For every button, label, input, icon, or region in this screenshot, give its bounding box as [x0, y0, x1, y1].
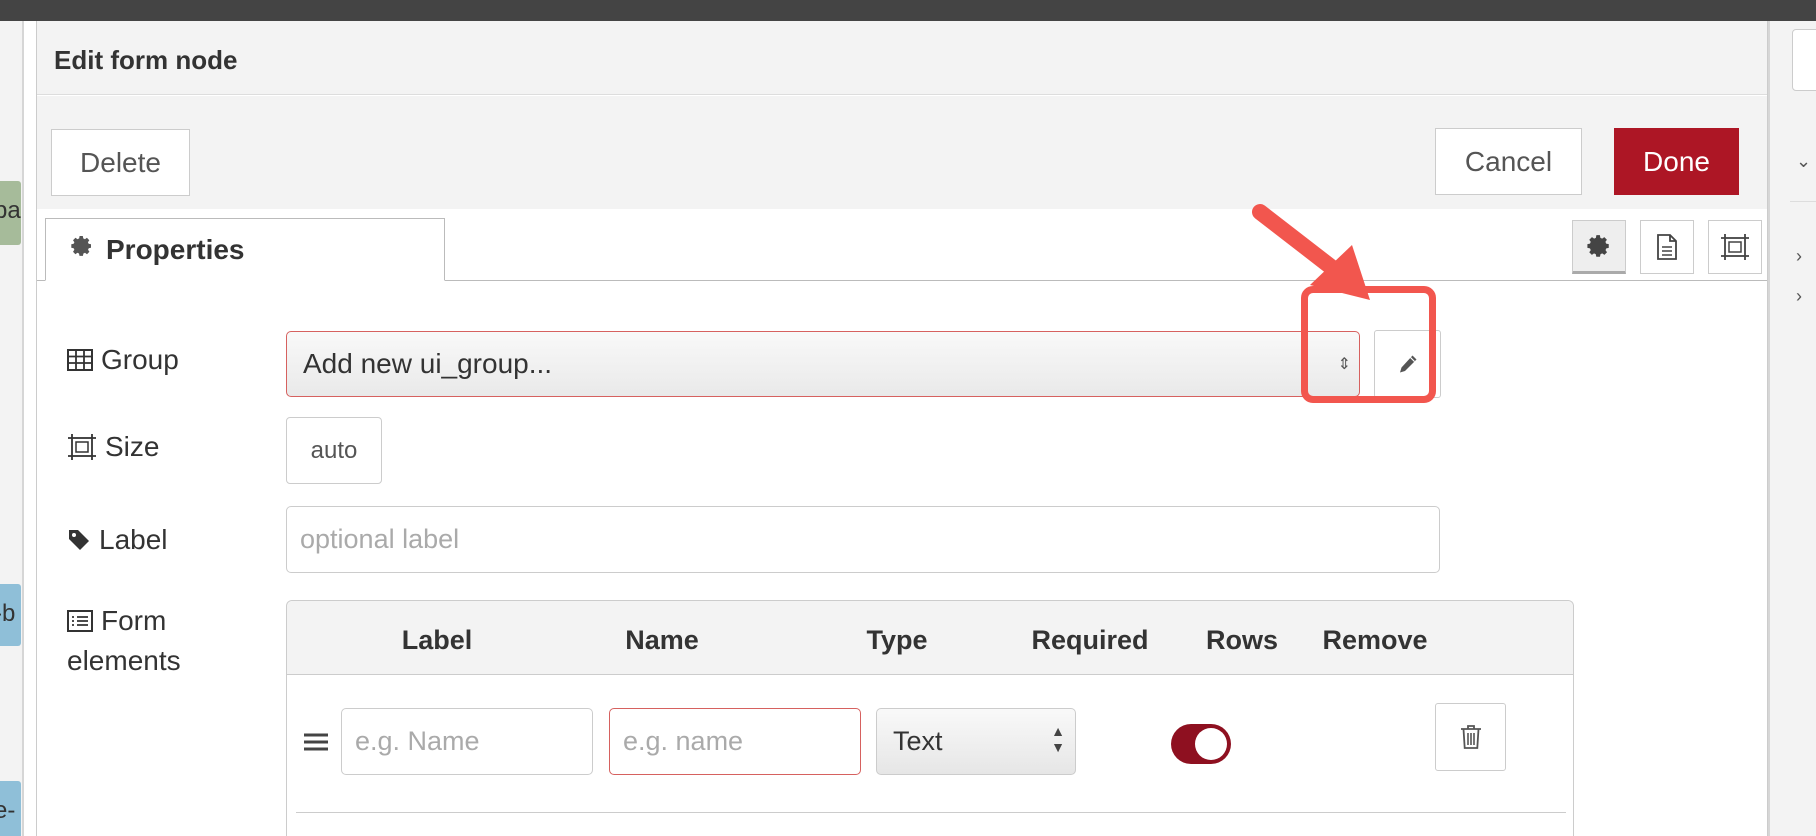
column-header: Required [1031, 625, 1149, 655]
divider [1790, 201, 1816, 202]
flow-node-partial[interactable]: e- [0, 781, 21, 836]
dialog-header: Edit form node [37, 21, 1767, 95]
drag-handle-icon[interactable] [304, 726, 328, 760]
chevron-right-icon[interactable]: › [1796, 286, 1802, 307]
chevron-right-icon[interactable]: › [1796, 246, 1802, 267]
frame-icon [1721, 234, 1749, 260]
window-top-bar [0, 0, 1816, 21]
group-select[interactable]: Add new ui_group... ⇕ [286, 331, 1360, 397]
done-button[interactable]: Done [1614, 128, 1739, 195]
column-header: Rows [1205, 625, 1279, 655]
description-tab-button[interactable] [1640, 220, 1694, 274]
dialog-toolbar: Delete Cancel Done [37, 96, 1767, 209]
element-type-select[interactable]: Text ▲ ▼ [876, 708, 1076, 775]
sidebar-right-edge: ⌄ › › [1768, 21, 1816, 836]
table-row: e.g. Name e.g. name Text ▲ ▼ [287, 676, 1573, 796]
tab-label: Properties [106, 233, 245, 265]
list-icon [67, 610, 93, 632]
tag-icon [69, 530, 89, 550]
toggle-knob [1195, 728, 1227, 760]
delete-button[interactable]: Delete [51, 129, 190, 196]
group-field-label: Group [67, 344, 179, 376]
sidebar-panel-partial [1792, 29, 1816, 91]
edit-node-dialog: Edit form node Delete Cancel Done Proper… [36, 21, 1768, 836]
annotation-arrow [1252, 204, 1370, 300]
column-header: Label [401, 625, 473, 655]
required-toggle[interactable] [1171, 724, 1231, 764]
table-header: Label Name Type Required Rows Remove [287, 601, 1573, 675]
flow-node-partial[interactable]: pa [0, 181, 21, 245]
size-button[interactable]: auto [286, 417, 382, 484]
column-header: Remove [1322, 625, 1428, 655]
row-divider [296, 812, 1566, 813]
document-icon [1657, 234, 1677, 260]
table-icon [67, 349, 93, 371]
form-elements-field-label: Form elements [67, 601, 181, 681]
label-field-label: Label [67, 524, 168, 556]
trash-icon [1460, 725, 1481, 749]
remove-element-button[interactable] [1435, 703, 1506, 771]
gear-icon [1587, 235, 1609, 257]
gear-icon [70, 234, 94, 265]
resize-icon [68, 434, 96, 460]
select-arrows-icon: ▲ ▼ [1051, 723, 1065, 755]
label-input[interactable]: optional label [286, 506, 1440, 573]
tab-properties[interactable]: Properties [45, 218, 445, 281]
column-header: Type [866, 625, 928, 655]
chevron-down-icon[interactable]: ⌄ [1796, 151, 1811, 172]
dialog-tabs: Properties [37, 209, 1767, 281]
element-name-input[interactable]: e.g. name [609, 708, 861, 775]
cancel-button[interactable]: Cancel [1435, 128, 1582, 195]
appearance-tab-button[interactable] [1708, 220, 1762, 274]
dialog-title: Edit form node [54, 45, 238, 75]
settings-tab-button[interactable] [1572, 220, 1626, 274]
form-elements-table: Label Name Type Required Rows Remove e.g… [286, 600, 1574, 836]
element-label-input[interactable]: e.g. Name [341, 708, 593, 775]
form-elements-label-line: Form [67, 601, 166, 641]
flow-node-partial[interactable]: -b [0, 584, 21, 646]
workspace-left-edge: pa -b e- [0, 21, 24, 836]
size-field-label: Size [67, 431, 159, 463]
column-header: Name [625, 625, 699, 655]
